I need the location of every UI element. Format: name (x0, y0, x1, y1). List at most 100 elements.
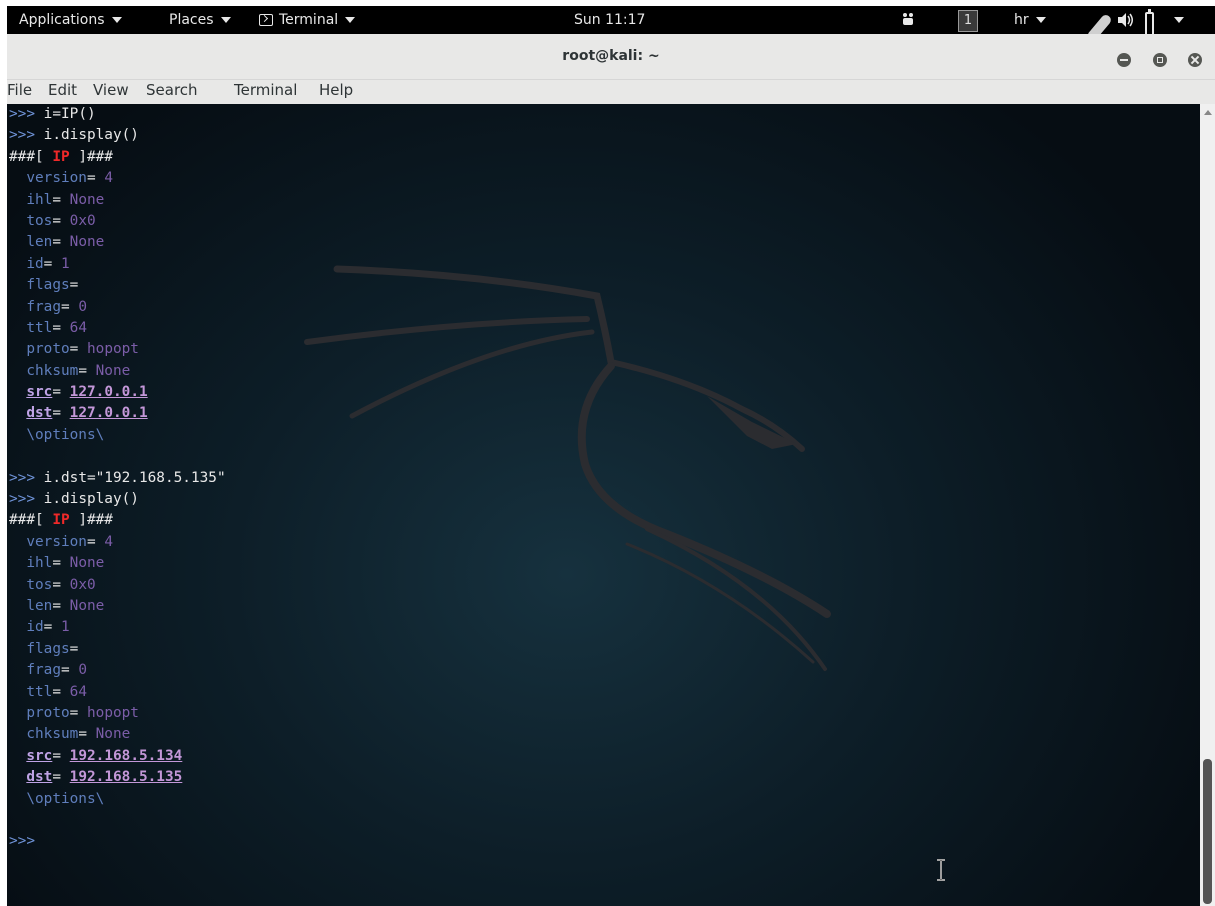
terminal-text: = (52, 405, 61, 422)
terminal-text: 0x0 (61, 576, 96, 593)
workspace-indicator[interactable]: 1 (958, 6, 978, 34)
terminal-text: frag (26, 298, 61, 315)
applications-menu[interactable]: Applications (19, 6, 122, 34)
terminal-text: >>> (9, 469, 35, 486)
chevron-down-icon (1174, 17, 1184, 23)
terminal-text: None (61, 234, 105, 251)
menu-search[interactable]: Search (146, 80, 198, 100)
window-title: root@kali: ~ (562, 48, 660, 64)
terminal-output[interactable]: >>> i=IP() >>> i.display() ###[ IP ]### … (7, 104, 1200, 906)
terminal-text: chksum (26, 726, 79, 743)
terminal-text: ]### (69, 148, 113, 165)
terminal-text: = (52, 234, 61, 251)
terminal-text: = (52, 769, 61, 786)
maximize-button[interactable] (1153, 53, 1167, 67)
terminal-text: ttl (26, 683, 53, 700)
terminal-text: ]### (69, 512, 113, 529)
terminal-text: = (52, 747, 61, 764)
field-line: version= 4 (9, 168, 226, 189)
places-label: Places (169, 12, 214, 28)
terminal-text: len (26, 597, 53, 614)
terminal-text: dst (26, 769, 53, 786)
terminal-text: 1 (52, 255, 70, 272)
field-line: ihl= None (9, 553, 226, 574)
terminal-text: = (52, 597, 61, 614)
chevron-down-icon (345, 17, 356, 23)
applications-label: Applications (19, 12, 105, 28)
terminal-app-menu[interactable]: Terminal (259, 6, 356, 34)
keyboard-layout-label: hr (1014, 12, 1029, 28)
window-titlebar[interactable]: root@kali: ~ (7, 34, 1215, 80)
terminal-text: = (86, 170, 96, 187)
terminal-text: = (52, 191, 61, 208)
top-bar: Applications Places Terminal Sun 11:17 1… (7, 6, 1215, 41)
terminal-text: IP (52, 148, 70, 165)
field-line: tos= 0x0 (9, 211, 226, 232)
field-line: dst= 127.0.0.1 (9, 403, 226, 424)
chevron-down-icon (111, 17, 122, 23)
terminal-text: i.display() (35, 491, 139, 508)
keyboard-layout-menu[interactable]: hr (1014, 6, 1046, 34)
terminal-text: IP (52, 512, 70, 529)
input-line: >>> i=IP() (9, 104, 226, 125)
close-button[interactable] (1188, 53, 1202, 67)
terminal-text: hopopt (78, 341, 139, 358)
terminal-text: 192.168.5.134 (69, 747, 183, 764)
workspace-number: 1 (958, 10, 978, 32)
terminal-text: version (26, 533, 87, 550)
terminal-text: 1 (52, 619, 70, 636)
speaker-icon[interactable] (1117, 6, 1135, 34)
terminal-text: = (52, 683, 61, 700)
field-line: chksum= None (9, 724, 226, 745)
terminal-text: ihl (26, 555, 53, 572)
terminal-text: id (26, 619, 44, 636)
places-menu[interactable]: Places (169, 6, 231, 34)
terminal-text: tos (26, 212, 53, 229)
terminal-text: ###[ (9, 148, 53, 165)
terminal-text: >>> (9, 833, 35, 850)
layer-header: ###[ IP ]### (9, 147, 226, 168)
terminal-text: 64 (61, 319, 87, 336)
terminal-text: flags (26, 277, 70, 294)
system-menu[interactable] (1167, 6, 1184, 34)
terminal-text: src (26, 384, 53, 401)
field-line: id= 1 (9, 254, 226, 275)
field-line: ttl= 64 (9, 318, 226, 339)
field-line: chksum= None (9, 361, 226, 382)
scroll-up-arrow-icon[interactable] (1204, 110, 1212, 115)
indicator-icon[interactable] (900, 6, 916, 34)
menu-terminal[interactable]: Terminal (234, 80, 297, 100)
input-line: >>> i.dst="192.168.5.135" (9, 468, 226, 489)
vertical-scrollbar[interactable] (1200, 104, 1215, 906)
terminal-text: >>> (9, 491, 35, 508)
terminal-text: >>> (9, 127, 35, 144)
menu-file[interactable]: File (7, 80, 32, 100)
close-icon (1191, 56, 1199, 64)
field-line: flags= (9, 639, 226, 660)
terminal-text: 0x0 (61, 212, 96, 229)
input-line: >>> (9, 831, 226, 852)
terminal-text: None (61, 555, 105, 572)
terminal-text: hopopt (78, 704, 139, 721)
clock[interactable]: Sun 11:17 (574, 6, 645, 34)
terminal-text: None (61, 597, 105, 614)
terminal-text: version (26, 170, 87, 187)
terminal-text: = (52, 576, 61, 593)
menu-help[interactable]: Help (319, 80, 353, 100)
terminal-text: chksum (26, 362, 79, 379)
menu-view[interactable]: View (93, 80, 129, 100)
minimize-button[interactable] (1117, 53, 1131, 67)
terminal-text: frag (26, 662, 61, 679)
field-line: flags= (9, 275, 226, 296)
menu-edit[interactable]: Edit (48, 80, 77, 100)
terminal-text: = (78, 362, 87, 379)
field-line: src= 127.0.0.1 (9, 382, 226, 403)
field-line: len= None (9, 596, 226, 617)
text-cursor-icon (937, 859, 945, 881)
terminal-text: id (26, 255, 44, 272)
scrollbar-thumb[interactable] (1203, 759, 1212, 904)
field-line: ihl= None (9, 190, 226, 211)
field-line: proto= hopopt (9, 339, 226, 360)
